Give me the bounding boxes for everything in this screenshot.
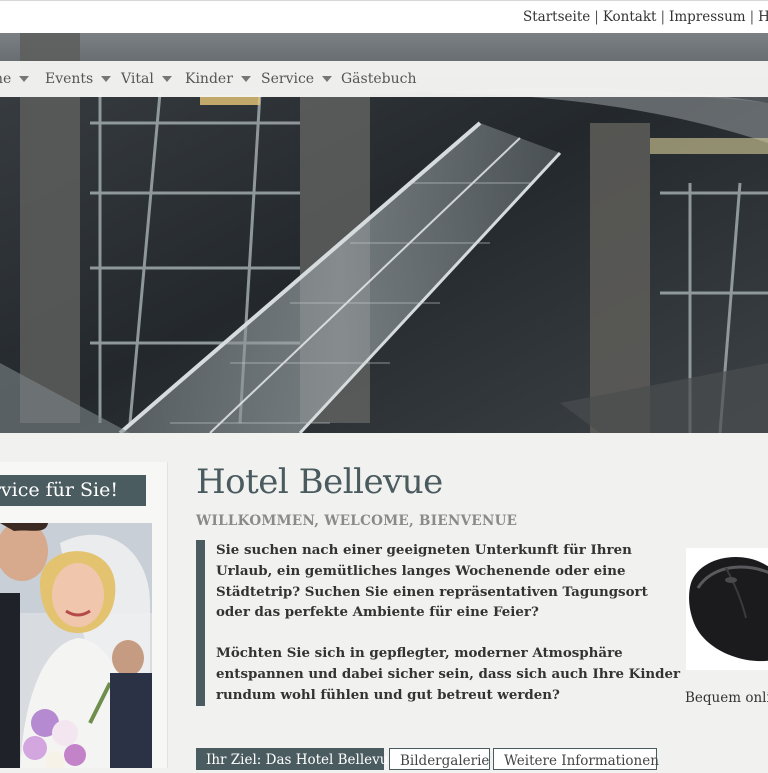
nav-item-label: Gästebuch [341,71,417,87]
link-haftung[interactable]: Haftu [758,9,768,25]
separator: | [749,9,755,25]
chevron-down-icon [19,76,30,82]
utility-links: Startseite|Kontakt|Impressum|Haftu [523,9,768,25]
nav-item-label: Events [45,71,94,87]
nav-item-label: Vital [121,71,154,87]
separator: | [660,9,665,25]
link-kontakt[interactable]: Kontakt [603,9,657,25]
product-ad[interactable] [686,548,768,670]
page-subtitle: WILLKOMMEN, WELCOME, BIENVENUE [196,513,518,529]
tab-hotel-bellevue[interactable]: Ihr Ziel: Das Hotel Bellevue [196,748,396,770]
chevron-down-icon [240,76,251,82]
intro-paragraph-1: Sie suchen nach einer geeigneten Unterku… [216,542,648,621]
service-banner[interactable]: ervice für Sie! [0,475,146,506]
wedding-couple-image [0,523,152,768]
link-startseite[interactable]: Startseite [523,9,590,25]
tab-weitere-informationen[interactable]: Weitere Informationen [493,748,659,770]
nav-item-kinder[interactable]: Kinder [185,71,251,87]
chevron-down-icon [161,76,172,82]
computer-mouse-image [686,548,768,670]
nav-item-gaestebuch[interactable]: Gästebuch [341,71,416,87]
top-utility-bar: Startseite|Kontakt|Impressum|Haftu [0,0,768,34]
link-impressum[interactable]: Impressum [669,9,746,25]
chevron-down-icon [322,76,333,82]
wedding-photo[interactable] [0,523,152,768]
nav-item-home[interactable]: ne [0,71,30,87]
intro-blockquote: Sie suchen nach einer geeigneten Unterku… [196,540,685,706]
nav-item-events[interactable]: Events [45,71,112,87]
intro-paragraph-2: Möchten Sie sich in gepflegter, moderner… [216,645,681,703]
nav-item-label: Kinder [185,71,233,87]
main-navigation: ne Events Vital Kinder Service Gästebuch [0,61,768,97]
nav-item-label: ne [0,71,12,87]
chevron-down-icon [101,76,112,82]
nav-item-service[interactable]: Service [261,71,333,87]
service-banner-label: ervice für Sie! [0,479,118,501]
tab-bildergalerie[interactable]: Bildergalerie [389,748,490,770]
nav-item-label: Service [261,71,315,87]
page-title: Hotel Bellevue [196,462,443,502]
nav-item-vital[interactable]: Vital [121,71,172,87]
ad-caption[interactable]: Bequem onlin [685,690,768,706]
separator: | [594,9,599,25]
